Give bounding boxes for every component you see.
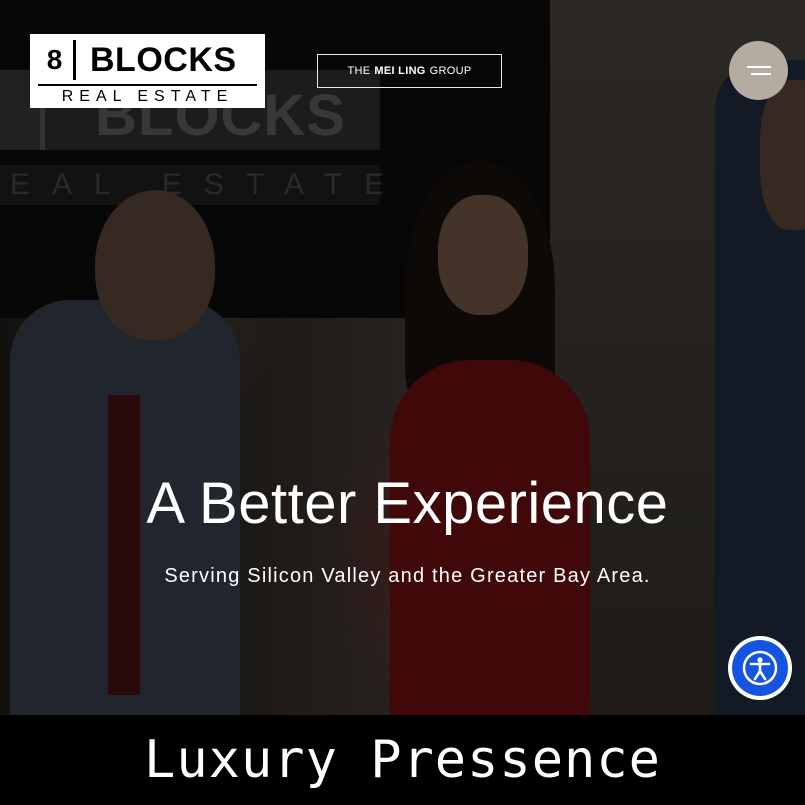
hero-subheadline: Serving Silicon Valley and the Greater B… (164, 565, 651, 587)
accessibility-button-inner (732, 640, 788, 696)
logo-number: 8 (36, 40, 76, 80)
hero-headline: A Better Experience (146, 471, 669, 536)
logo-subtitle: REAL ESTATE (38, 84, 257, 106)
brand-logo[interactable]: 8 BLOCKS REAL ESTATE (30, 34, 265, 108)
team-logo-link[interactable]: THE MEI LING GROUP (317, 54, 502, 88)
logo-word: BLOCKS (90, 41, 237, 79)
accessibility-button[interactable] (728, 636, 792, 700)
accessibility-person-icon (742, 650, 778, 686)
team-suffix: GROUP (429, 65, 472, 77)
team-prefix: THE (347, 65, 371, 77)
menu-button[interactable] (729, 41, 788, 100)
caption-bar: Luxury Pressence (0, 715, 805, 805)
caption-text: Luxury Pressence (144, 730, 661, 790)
team-name: MEI LING (374, 65, 426, 77)
